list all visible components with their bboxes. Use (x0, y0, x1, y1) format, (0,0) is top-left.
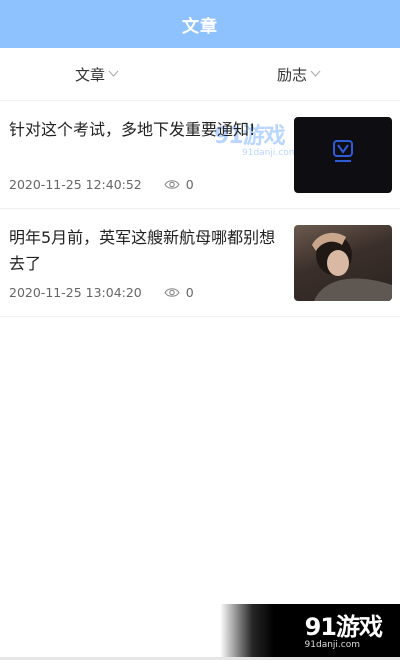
view-count-value: 0 (185, 176, 194, 192)
filter-dropdown-category[interactable]: 文章 (75, 48, 119, 100)
thumbnail-photo (312, 232, 392, 301)
eye-icon (164, 287, 180, 298)
article-list: 针对这个考试，多地下发重要通知! 2020-11-25 12:40:52 0 明… (0, 101, 400, 317)
view-count-value: 0 (185, 284, 194, 300)
article-item[interactable]: 明年5月前，英军这艘新航母哪都别想去了 2020-11-25 13:04:20 … (0, 209, 400, 317)
chevron-down-icon (108, 70, 119, 78)
bottom-watermark-site: 91danji.com (304, 640, 360, 650)
filter-label-category: 文章 (75, 65, 106, 84)
page-title: 文章 (182, 16, 218, 37)
article-title: 针对这个考试，多地下发重要通知! (9, 120, 256, 139)
view-count: 0 (164, 177, 194, 192)
filter-bar: 文章 励志 91游戏 91danji.com (0, 48, 400, 158)
app-screen: 文章 文章 励志 91游戏 91danji.com 针对这个考试，多地下发重要通… (0, 0, 400, 660)
article-date: 2020-11-25 12:40:52 (9, 176, 142, 192)
filter-label-topic: 励志 (277, 65, 308, 84)
view-count: 0 (164, 285, 194, 300)
article-thumbnail[interactable] (294, 225, 392, 301)
filter-dropdown-topic[interactable]: 励志 (277, 48, 321, 100)
article-item[interactable]: 针对这个考试，多地下发重要通知! 2020-11-25 12:40:52 0 (0, 101, 400, 209)
chevron-down-icon (310, 70, 321, 78)
article-title: 明年5月前，英军这艘新航母哪都别想去了 (9, 228, 276, 273)
bottom-watermark: 91游戏 91danji.com (220, 604, 400, 660)
bottom-watermark-logo: 91游戏 (304, 613, 383, 641)
article-meta: 2020-11-25 13:04:20 0 (9, 283, 194, 301)
article-meta: 2020-11-25 12:40:52 0 (9, 175, 194, 193)
thumbnail-logo-icon (332, 139, 354, 169)
article-date: 2020-11-25 13:04:20 (9, 284, 142, 300)
article-thumbnail[interactable] (294, 117, 392, 193)
top-header: 文章 (0, 0, 400, 48)
eye-icon (164, 179, 180, 190)
